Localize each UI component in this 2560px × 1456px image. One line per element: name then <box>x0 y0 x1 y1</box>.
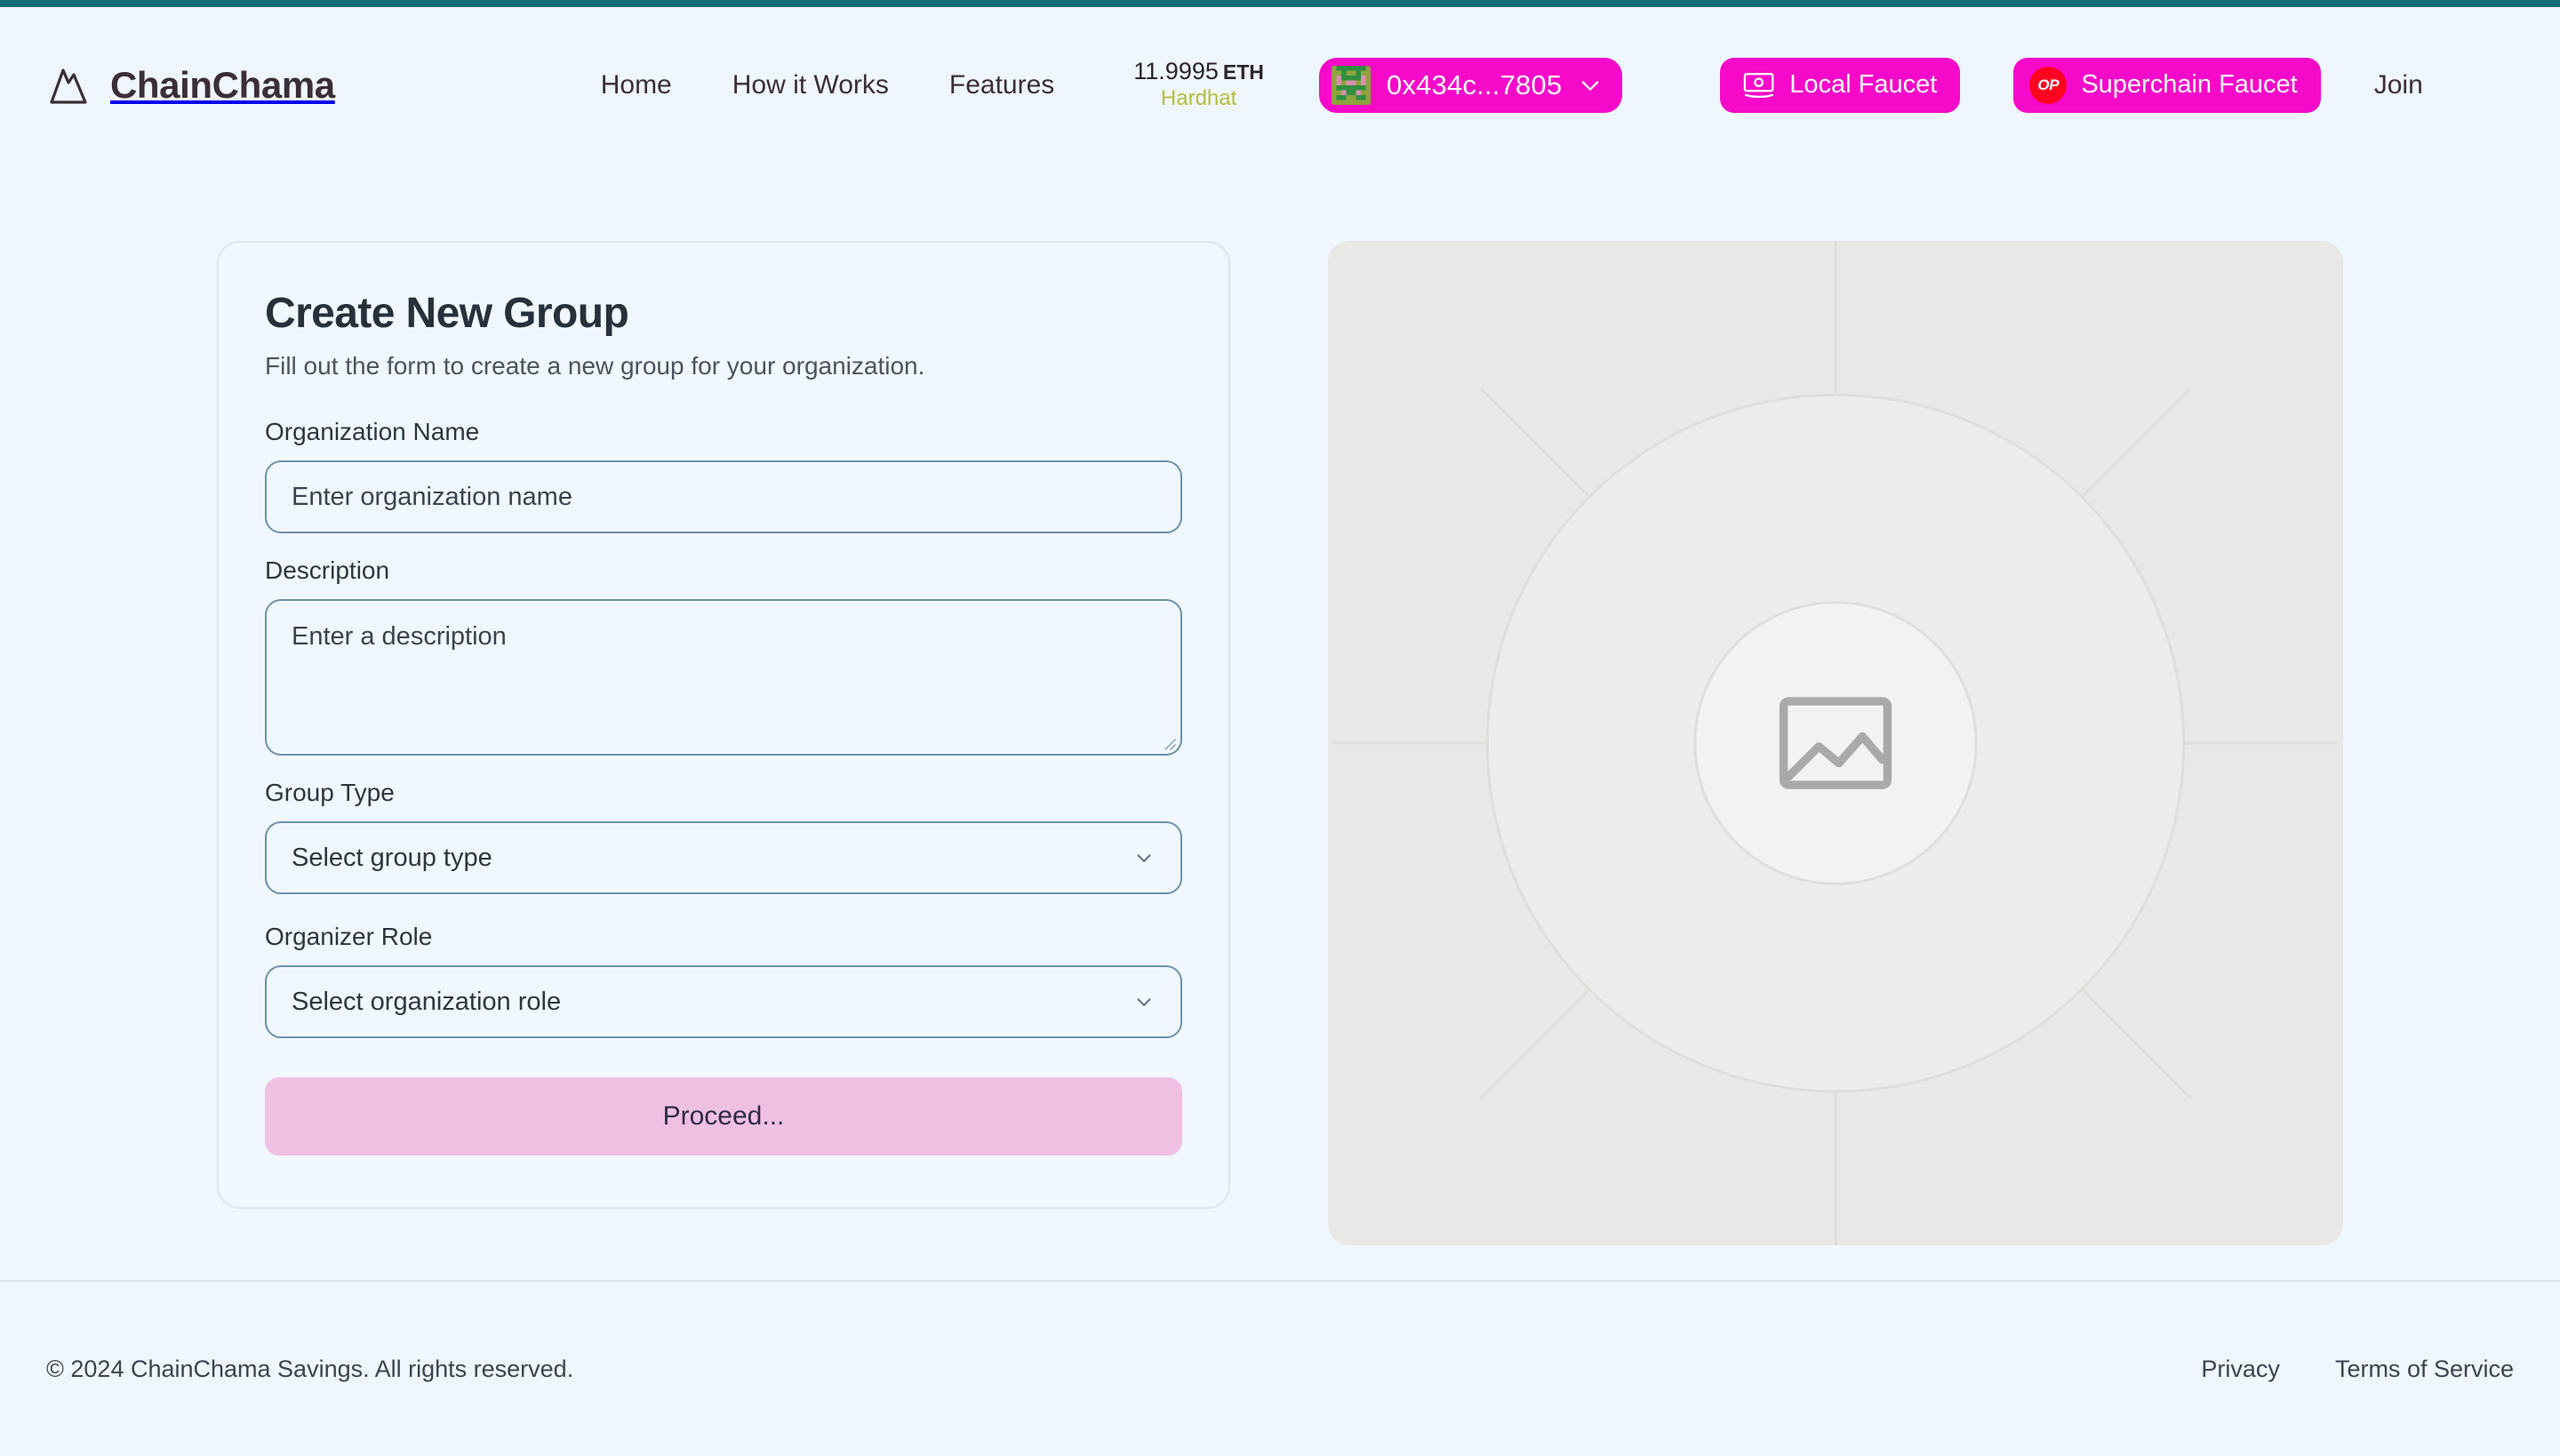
banknote-icon <box>1744 72 1774 98</box>
site-footer: © 2024 ChainChama Savings. All rights re… <box>0 1280 2560 1456</box>
group-type-value: Select group type <box>292 843 492 872</box>
wallet-balance: 11.9995 ETH Hardhat <box>1133 58 1264 111</box>
footer-links: Privacy Terms of Service <box>2201 1356 2514 1383</box>
main-nav: Home How it Works Features <box>571 70 1085 100</box>
create-group-card: Create New Group Fill out the form to cr… <box>217 241 1230 1209</box>
chevron-down-icon <box>1137 854 1151 862</box>
chevron-down-icon <box>1581 80 1599 91</box>
superchain-faucet-button[interactable]: OP Superchain Faucet <box>2013 57 2321 113</box>
local-faucet-button[interactable]: Local Faucet <box>1720 57 1961 113</box>
group-type-field: Group Type Select group type <box>265 779 1182 894</box>
balance-amount: 11.9995 <box>1133 58 1219 85</box>
proceed-button[interactable]: Proceed... <box>265 1077 1182 1156</box>
wallet-address-button[interactable]: 0x434c...7805 <box>1318 57 1623 113</box>
mountain-icon <box>50 68 87 104</box>
brand-logo-link[interactable]: ChainChama <box>46 63 335 108</box>
balance-row: 11.9995 ETH <box>1133 58 1264 86</box>
group-type-select[interactable]: Select group type <box>265 821 1182 894</box>
balance-unit: ETH <box>1222 60 1264 84</box>
description-textarea[interactable] <box>265 599 1182 756</box>
superchain-faucet-label: Superchain Faucet <box>2081 70 2298 99</box>
footer-copyright: © 2024 ChainChama Savings. All rights re… <box>46 1355 574 1382</box>
page-subtitle: Fill out the form to create a new group … <box>265 352 925 380</box>
site-header: ChainChama Home How it Works Features 11… <box>0 7 2560 163</box>
join-link[interactable]: Join <box>2374 70 2423 100</box>
main-content: Create New Group Fill out the form to cr… <box>0 163 2560 1280</box>
op-badge-text: OP <box>2037 76 2060 93</box>
footer-link-terms[interactable]: Terms of Service <box>2335 1356 2514 1383</box>
organizer-role-select[interactable]: Select organization role <box>265 965 1182 1038</box>
chevron-down-icon <box>1137 998 1151 1006</box>
top-accent-bar <box>0 0 2560 7</box>
nav-item-features[interactable]: Features <box>919 70 1084 100</box>
organization-name-label: Organization Name <box>265 418 480 445</box>
identicon-avatar <box>1331 65 1371 105</box>
description-field: Description <box>265 556 1182 756</box>
organizer-role-field: Organizer Role Select organization role <box>265 923 1182 1038</box>
organization-name-input[interactable] <box>265 460 1182 533</box>
network-name: Hardhat <box>1160 86 1237 111</box>
op-badge-icon: OP <box>2029 66 2068 104</box>
description-label: Description <box>265 556 390 584</box>
group-type-label: Group Type <box>265 779 395 806</box>
wallet-address-text: 0x434c...7805 <box>1386 68 1563 100</box>
organizer-role-label: Organizer Role <box>265 923 433 950</box>
footer-link-privacy[interactable]: Privacy <box>2201 1356 2280 1383</box>
organizer-role-value: Select organization role <box>292 987 562 1016</box>
brand-name: ChainChama <box>110 63 335 106</box>
nav-item-home[interactable]: Home <box>571 70 702 100</box>
page-title: Create New Group <box>265 290 629 337</box>
local-faucet-label: Local Faucet <box>1789 70 1938 99</box>
description-textarea-wrap <box>265 599 1182 756</box>
image-preview-panel <box>1328 241 2343 1245</box>
organization-name-field: Organization Name <box>265 418 1182 533</box>
broken-image-placeholder-icon <box>1333 241 2338 1245</box>
nav-item-how-it-works[interactable]: How it Works <box>702 70 919 100</box>
